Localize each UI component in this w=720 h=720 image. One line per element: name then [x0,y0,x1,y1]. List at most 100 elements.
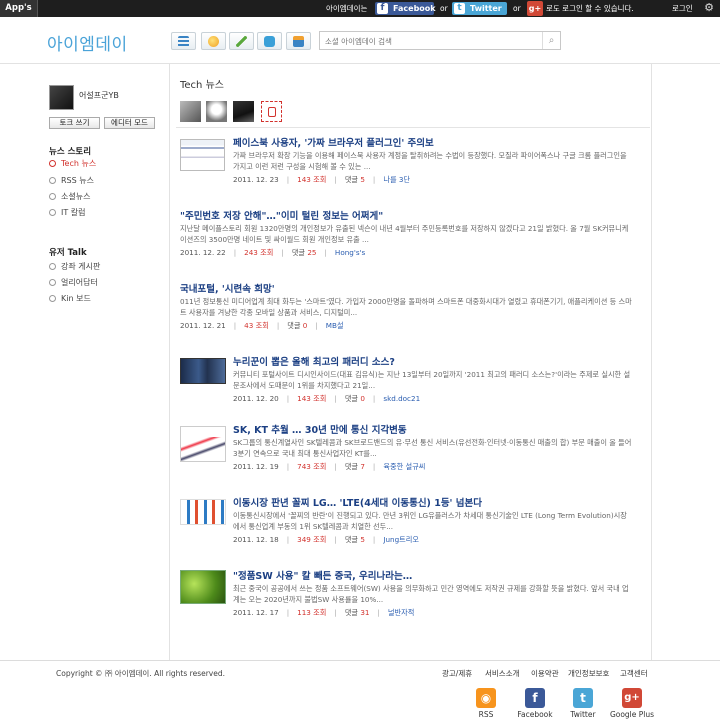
article-comments[interactable]: 7 [360,462,365,471]
article-title[interactable]: 국내포털, '시련속 희망' [180,281,275,295]
site-name-text: 아이엠데이는 [326,4,368,13]
google-plus-icon[interactable]: g+ [622,688,642,708]
google-plus-label[interactable]: Google Plus [602,710,662,719]
article-thumbnail[interactable] [180,426,226,462]
gear-icon[interactable]: ⚙ [703,2,715,14]
article-comments[interactable]: 5 [360,175,365,184]
article-title[interactable]: 페이스북 사용자, '가짜 브라우저 플러그인' 주의보 [233,135,434,149]
nav-profile-button[interactable] [286,32,311,50]
sidebar-item-rss-news[interactable]: RSS 뉴스 [49,176,94,186]
facebook-icon[interactable]: f [525,688,545,708]
list-item: 이동시장 판년 꼴찌 LG… 'LTE(4세대 이동통신) 1등' 넘본다 이동… [180,495,635,555]
member-avatar-placeholder[interactable] [261,101,282,122]
article-thumbnail[interactable] [180,499,226,525]
footer-link-ads[interactable]: 광고/제휴 [442,668,472,679]
article-author[interactable]: 나를 3단 [383,175,410,184]
article-comments[interactable]: 25 [307,248,316,257]
sidebar-item-kin-board[interactable]: Kin 보드 [49,294,91,304]
list-item: 누리꾼이 뽑은 올해 최고의 패러디 소스? 커뮤니티 포털사이트 디시인사이드… [180,354,635,414]
article-comments[interactable]: 0 [303,321,308,330]
article-title[interactable]: "정품SW 사용" 칼 빼든 중국, 우리나라는… [233,568,412,582]
article-date: 2011. 12. 19 [233,462,279,471]
article-thumbnail[interactable] [180,570,226,604]
article-comments[interactable]: 31 [360,608,369,617]
talk-write-button[interactable]: 토크 쓰기 [49,117,100,129]
radio-icon [49,160,56,167]
member-avatar[interactable] [233,101,254,122]
sidebar-item-label: Tech 뉴스 [61,159,97,168]
twitter-login-button[interactable]: t Twitter [452,2,507,15]
comments-label: 댓글 [344,608,359,617]
radio-icon [49,263,56,270]
sidebar-item-social-news[interactable]: 소셜뉴스 [49,192,90,202]
article-date: 2011. 12. 21 [180,321,226,330]
comments-label: 댓글 [344,175,359,184]
google-plus-login-button[interactable]: g+ [527,1,543,16]
nav-list-button[interactable] [171,32,196,50]
article-author[interactable]: Jung트리오 [383,535,419,544]
article-author[interactable]: MB설 [326,321,344,330]
nav-chat-button[interactable] [257,32,282,50]
article-title[interactable]: SK, KT 추월 … 30년 만에 통신 지각변동 [233,422,407,436]
article-title[interactable]: "주민번호 저장 안해"…"이미 털린 정보는 어쩌게" [180,208,383,222]
article-summary: 가짜 브라우저 확장 기능을 이용해 페이스북 사용자 계정을 탈취하려는 수법… [233,151,627,171]
editor-mode-button[interactable]: 에디터 모드 [104,117,155,129]
list-item: 국내포털, '시련속 희망' 011년 정보통신 미디어업계 최대 화두는 '스… [180,281,635,341]
user-talk-heading: 유저 Talk [49,248,87,258]
right-divider [651,64,652,660]
apps-menu[interactable]: App's [0,0,38,17]
article-date: 2011. 12. 18 [233,535,279,544]
sidebar-item-lecture-board[interactable]: 강좌 게시판 [49,262,100,272]
radio-icon [49,177,56,184]
article-meta: 2011. 12. 20 | 143 조회 | 댓글 0 | skd.doc21 [233,394,421,403]
footer-link-privacy[interactable]: 개인정보보호 [568,668,609,679]
sidebar-item-it-column[interactable]: IT 칼럼 [49,208,86,218]
profile-icon [293,36,304,47]
article-meta: 2011. 12. 18 | 349 조회 | 댓글 5 | Jung트리오 [233,535,419,544]
login-link[interactable]: 로그인 [672,0,693,17]
twitter-label: Twitter [470,4,502,13]
comments-label: 댓글 [344,462,359,471]
facebook-icon: f [377,3,388,14]
nav-globe-button[interactable] [201,32,226,50]
footer-link-service[interactable]: 서비스소개 [485,668,520,679]
footer-link-support[interactable]: 고객센터 [620,668,648,679]
article-thumbnail[interactable] [180,358,226,384]
footer-link-terms[interactable]: 이용약관 [531,668,559,679]
article-author[interactable]: Hong's's [335,248,365,257]
header-divider [0,63,720,64]
article-author[interactable]: 육중한 설규씨 [383,462,425,471]
sidebar-item-tech-news[interactable]: Tech 뉴스 [49,159,96,169]
facebook-label: Facebook [393,4,436,13]
article-views: 43 조회 [244,321,269,330]
article-summary: SK그룹의 통신계열사인 SK텔레콤과 SK브로드밴드의 유·무선 통신 서비스… [233,438,632,458]
article-author[interactable]: skd.doc21 [383,394,420,403]
article-comments[interactable]: 0 [360,394,365,403]
sidebar-item-early-adopter[interactable]: 얼리어답터 [49,278,98,288]
google-plus-icon: g+ [528,4,542,13]
article-title[interactable]: 누리꾼이 뽑은 올해 최고의 패러디 소스? [233,354,395,368]
rss-icon[interactable]: ◉ [476,688,496,708]
article-comments[interactable]: 5 [360,535,365,544]
chat-icon [264,36,275,47]
article-meta: 2011. 12. 17 | 113 조회 | 댓글 31 | 널반자적 [233,608,415,617]
article-summary: 011년 정보통신 미디어업계 최대 화두는 '스마트'였다. 가입자 2000… [180,297,632,317]
search-icon[interactable]: ⌕ [542,32,560,49]
radio-icon [49,193,56,200]
article-title[interactable]: 이동시장 판년 꼴찌 LG… 'LTE(4세대 이동통신) 1등' 넘본다 [233,495,482,509]
comments-label: 댓글 [291,248,306,257]
facebook-login-button[interactable]: f Facebook [375,2,436,15]
article-thumbnail[interactable] [180,139,225,171]
twitter-icon[interactable]: t [573,688,593,708]
nav-pencil-button[interactable] [229,32,254,50]
avatar[interactable] [49,85,74,110]
member-avatar[interactable] [206,101,227,122]
comments-label: 댓글 [344,394,359,403]
member-avatar[interactable] [180,101,201,122]
search-input[interactable] [325,34,537,48]
site-logo[interactable]: 아이엠데이 [47,30,128,55]
username[interactable]: 어설프군YB [79,90,119,101]
list-item: "주민번호 저장 안해"…"이미 털린 정보는 어쩌게" 지난달 메이플스토리 … [180,208,635,268]
article-author[interactable]: 널반자적 [388,608,414,617]
page-title: Tech 뉴스 [180,80,224,91]
